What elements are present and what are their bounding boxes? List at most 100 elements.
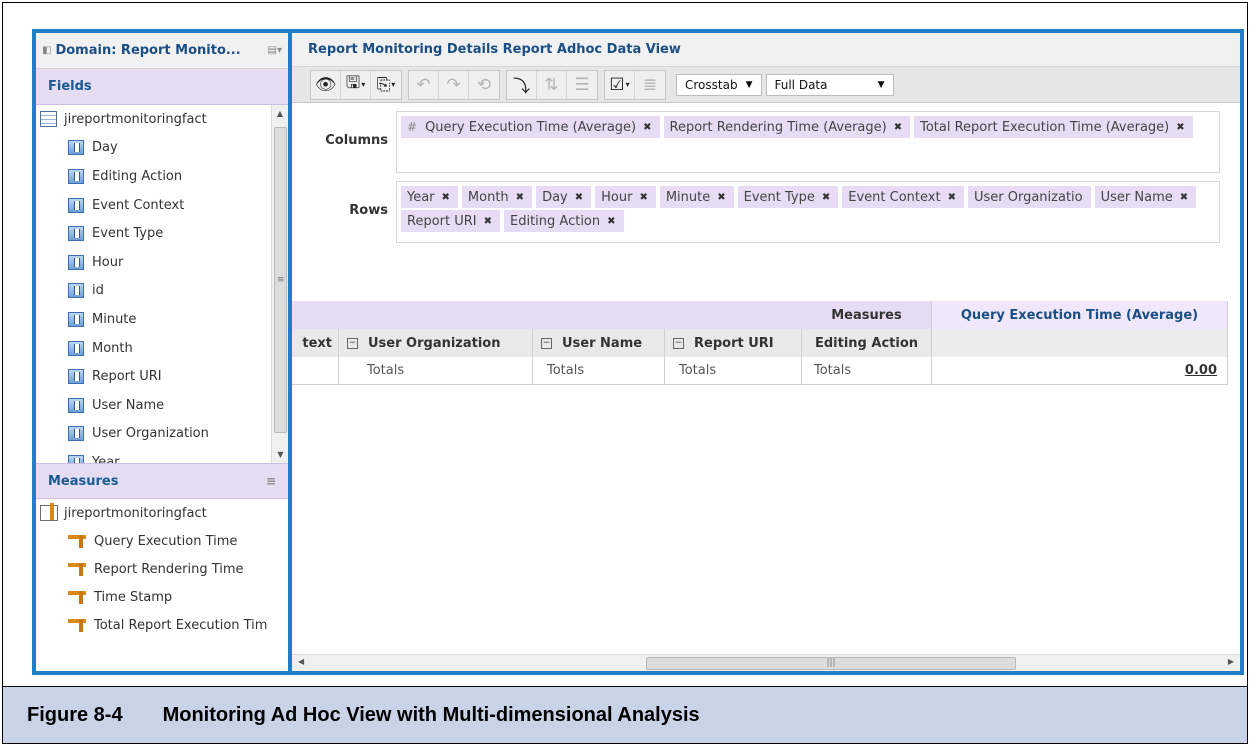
scroll-left-icon[interactable]: ◀ [298,657,304,666]
remove-icon[interactable]: ✖ [948,192,956,203]
collapse-icon[interactable]: − [541,337,552,349]
field-item-day[interactable]: Day [36,134,288,163]
remove-icon[interactable]: ✖ [1180,192,1188,203]
remove-icon[interactable]: ✖ [894,122,902,133]
remove-icon[interactable]: ✖ [1176,122,1184,133]
measure-item-time-stamp[interactable]: Time Stamp [36,583,288,611]
measure-column-header[interactable]: Query Execution Time (Average) [932,301,1228,329]
scroll-down-icon[interactable]: ▼ [272,446,288,463]
fields-root-node[interactable]: jireportmonitoringfact [36,105,288,134]
input-controls-icon[interactable]: ☰ [567,71,597,99]
column-pill[interactable]: Total Report Execution Time (Average) ✖ [914,116,1193,138]
measures-root-node[interactable]: jireportmonitoringfact [36,499,288,527]
row-header-user-organization[interactable]: − User Organization [339,329,533,357]
figure-frame: ◧ Domain: Report Monito... ▤▾ Fields jir… [2,2,1248,744]
remove-icon[interactable]: ✖ [607,216,615,227]
row-header-report-uri[interactable]: − Report URI [665,329,802,357]
view-title: Report Monitoring Details Report Adhoc D… [292,33,1240,67]
field-item-user-name[interactable]: User Name [36,391,288,420]
scroll-right-icon[interactable]: ▶ [1228,657,1234,666]
row-pill[interactable]: Event Type ✖ [737,186,839,208]
fields-header[interactable]: Fields [36,69,288,105]
field-icon [68,454,84,463]
filter-icon[interactable]: ≣ [635,71,665,99]
view-type-select[interactable]: Crosstab ▼ [676,73,762,96]
columns-label: Columns [325,133,388,148]
collapse-icon[interactable]: − [673,337,684,349]
remove-icon[interactable]: ✖ [822,192,830,203]
measures-table-icon [40,503,58,521]
row-pill[interactable]: Event Context ✖ [842,186,964,208]
pill-label: Minute [665,189,711,205]
field-item-user-organization[interactable]: User Organization [36,420,288,449]
row-header-event-context[interactable]: text [292,329,339,357]
row-pill[interactable]: Report URI ✖ [401,210,500,232]
field-item-month[interactable]: Month [36,334,288,363]
measures-header[interactable]: Measures ≡ [36,463,288,499]
field-item-year[interactable]: Year [36,448,288,463]
field-label: Event Type [92,226,164,242]
pivot-icon[interactable]: ⤵ [507,70,537,99]
rows-drop-zone[interactable]: Year ✖ Month ✖ Day ✖ Hour ✖ Minute ✖ Event Ty… [396,181,1220,243]
row-pill[interactable]: Hour ✖ [595,186,656,208]
row-pill[interactable]: Editing Action ✖ [504,210,624,232]
row-pill[interactable]: Month ✖ [461,186,533,208]
preview-eye-icon[interactable]: 👁 [311,70,341,99]
row-pill[interactable]: Year ✖ [401,186,458,208]
measure-item-query-execution-time[interactable]: Query Execution Time [36,527,288,555]
remove-icon[interactable]: ✖ [516,192,524,203]
domain-menu-icon[interactable]: ▤▾ [268,45,282,56]
row-pill[interactable]: User Organizatio [967,186,1091,208]
data-source-panel: ◧ Domain: Report Monito... ▤▾ Fields jir… [36,33,288,671]
view-type-value: Crosstab [685,77,738,92]
row-header-user-name[interactable]: − User Name [533,329,665,357]
sort-icon[interactable]: ⇅ [537,70,567,99]
remove-icon[interactable]: ✖ [484,216,492,227]
row-pill[interactable]: Day ✖ [536,186,592,208]
data-size-value: Full Data [774,77,828,92]
field-icon [68,140,84,156]
remove-icon[interactable]: ✖ [575,192,583,203]
measure-item-report-rendering-time[interactable]: Report Rendering Time [36,555,288,583]
remove-icon[interactable]: ✖ [643,122,651,133]
export-icon[interactable]: ⎘ ▾ [371,71,401,99]
row-pill[interactable]: Minute ✖ [659,186,734,208]
options-button-group: ☑ ▾ ≣ [604,69,666,100]
columns-drop-zone[interactable]: # Query Execution Time (Average) ✖ Repor… [396,111,1220,173]
horizontal-scroll-thumb[interactable]: ||| [646,657,1016,670]
save-icon[interactable]: 🖫 ▾ [341,70,371,99]
view-panel: Report Monitoring Details Report Adhoc D… [292,33,1240,671]
domain-header[interactable]: ◧ Domain: Report Monito... ▤▾ [36,33,288,69]
fields-scrollbar[interactable]: ▲ ≡ ▼ [271,105,288,463]
layout-button-group: ⤵ ⇅ ☰ [506,69,598,100]
row-header-editing-action[interactable]: Editing Action [802,329,932,357]
data-size-select[interactable]: Full Data ▼ [765,73,894,96]
field-item-minute[interactable]: Minute [36,305,288,334]
grand-total-value[interactable]: 0.00 [932,357,1228,385]
measures-menu-icon[interactable]: ≡ [266,474,276,488]
collapse-icon[interactable]: − [347,337,358,349]
crosstab-horizontal-scrollbar[interactable]: ◀ ||| ▶ [292,654,1240,671]
undo-icon[interactable]: ↶ [409,70,439,99]
field-item-id[interactable]: id [36,277,288,306]
field-item-hour[interactable]: Hour [36,248,288,277]
crosstab-totals-row: Totals Totals Totals Totals 0.00 [292,357,1240,385]
remove-icon[interactable]: ✖ [639,192,647,203]
field-icon [68,369,84,385]
remove-icon[interactable]: ✖ [717,192,725,203]
redo-icon[interactable]: ↷ [439,70,469,99]
field-item-event-type[interactable]: Event Type [36,219,288,248]
undo-all-icon[interactable]: ⟲ [469,71,499,99]
field-item-editing-action[interactable]: Editing Action [36,162,288,191]
pill-label: Report URI [407,213,477,229]
options-icon[interactable]: ☑ ▾ [605,70,635,99]
column-pill[interactable]: Report Rendering Time (Average) ✖ [663,116,911,138]
measure-item-total-report-execution-time[interactable]: Total Report Execution Tim [36,611,288,639]
field-item-event-context[interactable]: Event Context [36,191,288,220]
scroll-up-icon[interactable]: ▲ [272,105,288,122]
row-pill[interactable]: User Name ✖ [1094,186,1197,208]
column-pill-measures[interactable]: # Query Execution Time (Average) ✖ [401,116,660,138]
pill-label: Day [542,189,568,205]
field-item-report-uri[interactable]: Report URI [36,362,288,391]
remove-icon[interactable]: ✖ [442,192,450,203]
